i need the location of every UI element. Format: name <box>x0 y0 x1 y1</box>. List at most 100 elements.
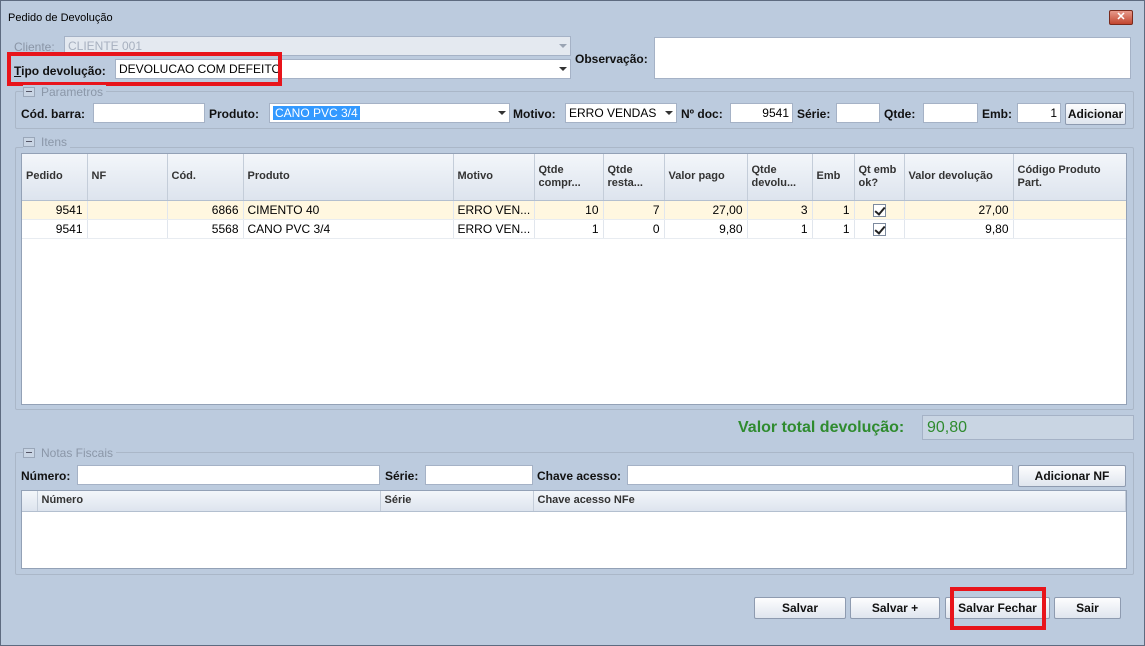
ndoc-label: Nº doc: <box>681 107 723 121</box>
numero-input[interactable] <box>77 465 380 485</box>
checkbox[interactable] <box>872 203 886 217</box>
col-header[interactable]: Valor devolução <box>904 154 1014 201</box>
col-header[interactable]: Motivo <box>453 154 535 201</box>
cell-qtde-compr: 1 <box>534 219 604 239</box>
sair-button[interactable]: Sair <box>1054 597 1121 619</box>
cell-nf <box>87 219 168 239</box>
window-title: Pedido de Devolução <box>8 12 113 24</box>
emb-input[interactable]: 1 <box>1017 103 1061 123</box>
cliente-value: CLIENTE 001 <box>68 39 143 53</box>
notas-fiscais-grid[interactable]: Número Série Chave acesso NFe <box>21 490 1127 569</box>
cell-emb: 1 <box>812 219 855 239</box>
collapse-icon[interactable] <box>23 448 35 458</box>
table-row[interactable]: 9541 6866 CIMENTO 40 ERRO VEN... 10 7 27… <box>22 200 1126 220</box>
cell-produto: CANO PVC 3/4 <box>243 219 454 239</box>
cell-qtde-devolu: 1 <box>747 219 813 239</box>
col-header-indicator <box>22 491 38 512</box>
chevron-down-icon <box>559 44 567 48</box>
cell-pedido: 9541 <box>22 200 88 220</box>
motivo-label: Motivo: <box>513 107 556 121</box>
col-header[interactable]: Código Produto Part. <box>1013 154 1126 201</box>
table-row[interactable]: 9541 5568 CANO PVC 3/4 ERRO VEN... 1 0 9… <box>22 219 1126 239</box>
itens-title-text: Itens <box>41 135 68 149</box>
cell-qt-emb-ok <box>854 200 905 220</box>
adicionar-nf-button[interactable]: Adicionar NF <box>1018 465 1126 487</box>
parametros-title-text: Parametros <box>41 85 104 99</box>
ndoc-input[interactable]: 9541 <box>730 103 793 123</box>
col-header[interactable]: Chave acesso NFe <box>533 491 1126 512</box>
col-header[interactable]: NF <box>87 154 168 201</box>
notas-fiscais-table: Número Série Chave acesso NFe <box>22 491 1126 512</box>
itens-header-row: Pedido NF Cód. Produto Motivo Qtde compr… <box>22 154 1126 201</box>
cell-codigo-part <box>1013 219 1126 239</box>
cell-valor-devolucao: 9,80 <box>904 219 1014 239</box>
col-header[interactable]: Produto <box>243 154 454 201</box>
cell-qt-emb-ok <box>854 219 905 239</box>
col-header[interactable]: Qtde devolu... <box>747 154 813 201</box>
itens-grid[interactable]: Pedido NF Cód. Produto Motivo Qtde compr… <box>21 153 1127 405</box>
emb-label: Emb: <box>982 107 1012 121</box>
nf-serie-input[interactable] <box>425 465 533 485</box>
highlight-box-salvar-fechar <box>950 587 1046 630</box>
collapse-icon[interactable] <box>23 87 35 97</box>
cell-codigo-part <box>1013 200 1126 220</box>
valor-total-value: 90,80 <box>922 415 1134 440</box>
cell-qtde-resta: 0 <box>603 219 665 239</box>
chave-acesso-input[interactable] <box>627 465 1013 485</box>
pedido-devolucao-window: Pedido de Devolução ✕ Cliente: CLIENTE 0… <box>0 0 1145 646</box>
motivo-select[interactable]: ERRO VENDAS <box>565 103 677 123</box>
nf-serie-label: Série: <box>385 469 419 483</box>
cell-cod: 6866 <box>167 200 244 220</box>
cell-pedido: 9541 <box>22 219 88 239</box>
observacao-textarea[interactable] <box>654 37 1131 79</box>
col-header[interactable]: Emb <box>812 154 855 201</box>
checkbox[interactable] <box>872 222 886 236</box>
col-header[interactable]: Valor pago <box>664 154 748 201</box>
itens-table: Pedido NF Cód. Produto Motivo Qtde compr… <box>22 154 1126 239</box>
adicionar-button[interactable]: Adicionar <box>1065 103 1126 125</box>
produto-value: CANO PVC 3/4 <box>273 106 360 120</box>
col-header[interactable]: Qt emb ok? <box>854 154 905 201</box>
cod-barra-label: Cód. barra: <box>21 107 86 121</box>
col-header[interactable]: Série <box>380 491 534 512</box>
qtde-label: Qtde: <box>884 107 916 121</box>
col-header[interactable]: Pedido <box>22 154 88 201</box>
numero-label: Número: <box>21 469 71 483</box>
notas-fiscais-title-text: Notas Fiscais <box>41 446 114 460</box>
chevron-down-icon <box>498 111 506 115</box>
cell-motivo: ERRO VEN... <box>453 200 535 220</box>
qtde-input[interactable] <box>923 103 978 123</box>
title-bar: Pedido de Devolução ✕ <box>1 1 1144 33</box>
chevron-down-icon <box>665 111 673 115</box>
cell-emb: 1 <box>812 200 855 220</box>
close-button[interactable]: ✕ <box>1109 10 1133 25</box>
cell-qtde-devolu: 3 <box>747 200 813 220</box>
produto-label: Produto: <box>209 107 259 121</box>
serie-label: Série: <box>797 107 831 121</box>
cell-qtde-resta: 7 <box>603 200 665 220</box>
highlight-box-tipo <box>7 52 282 86</box>
salvar-mais-button[interactable]: Salvar + <box>850 597 940 619</box>
motivo-value: ERRO VENDAS <box>569 106 657 120</box>
serie-input[interactable] <box>836 103 880 123</box>
col-header[interactable]: Qtde compr... <box>534 154 604 201</box>
cell-valor-devolucao: 27,00 <box>904 200 1014 220</box>
cell-nf <box>87 200 168 220</box>
notas-header-row: Número Série Chave acesso NFe <box>22 491 1126 512</box>
collapse-icon[interactable] <box>23 137 35 147</box>
col-header[interactable]: Número <box>37 491 381 512</box>
notas-fiscais-group-title: Notas Fiscais <box>23 446 117 460</box>
cell-cod: 5568 <box>167 219 244 239</box>
salvar-button[interactable]: Salvar <box>754 597 846 619</box>
cell-valor-pago: 27,00 <box>664 200 748 220</box>
chave-acesso-label: Chave acesso: <box>537 469 622 483</box>
itens-group-title: Itens <box>23 135 71 149</box>
cod-barra-input[interactable] <box>93 103 205 123</box>
parametros-group-title: Parametros <box>23 85 107 99</box>
produto-select[interactable]: CANO PVC 3/4 <box>269 103 510 123</box>
valor-total-label: Valor total devolução: <box>738 419 905 436</box>
cell-valor-pago: 9,80 <box>664 219 748 239</box>
col-header[interactable]: Qtde resta... <box>603 154 665 201</box>
cell-qtde-compr: 10 <box>534 200 604 220</box>
col-header[interactable]: Cód. <box>167 154 244 201</box>
